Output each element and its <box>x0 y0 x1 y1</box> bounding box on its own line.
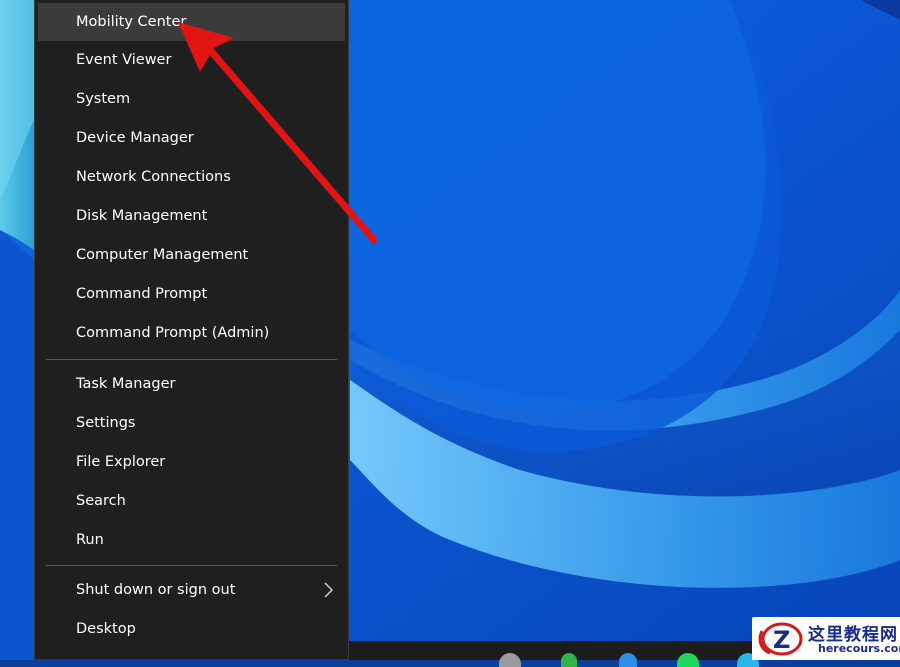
menu-item-disk-management[interactable]: Disk Management <box>38 197 345 235</box>
menu-separator <box>46 565 337 566</box>
watermark-site: herecours.com <box>818 642 900 655</box>
menu-item-run[interactable]: Run <box>38 521 345 559</box>
menu-item-desktop[interactable]: Desktop <box>38 610 345 648</box>
menu-item-search[interactable]: Search <box>38 482 345 520</box>
menu-item-mobility-center[interactable]: Mobility Center <box>38 3 345 41</box>
menu-item-label: Device Manager <box>76 130 194 146</box>
menu-item-label: Network Connections <box>76 169 231 185</box>
menu-item-label: Run <box>76 532 104 548</box>
svg-text:Z: Z <box>773 626 790 654</box>
menu-item-label: Desktop <box>76 621 136 637</box>
menu-item-label: Task Manager <box>76 376 176 392</box>
watermark-logo-icon: Z <box>758 622 803 656</box>
menu-item-command-prompt-admin[interactable]: Command Prompt (Admin) <box>38 314 345 352</box>
menu-item-label: System <box>76 91 131 107</box>
menu-item-label: Event Viewer <box>76 52 172 68</box>
menu-item-event-viewer[interactable]: Event Viewer <box>38 41 345 79</box>
menu-item-label: Mobility Center <box>76 14 187 30</box>
menu-item-network-connections[interactable]: Network Connections <box>38 158 345 196</box>
menu-item-task-manager[interactable]: Task Manager <box>38 365 345 403</box>
menu-item-computer-management[interactable]: Computer Management <box>38 236 345 274</box>
menu-item-label: Shut down or sign out <box>76 582 236 598</box>
taskbar-app-icon[interactable] <box>561 653 577 667</box>
menu-item-settings[interactable]: Settings <box>38 404 345 442</box>
menu-item-file-explorer[interactable]: File Explorer <box>38 443 345 481</box>
menu-item-label: Computer Management <box>76 247 249 263</box>
menu-item-label: Search <box>76 493 126 509</box>
taskbar-app-icon[interactable] <box>619 653 637 667</box>
menu-item-label: Command Prompt (Admin) <box>76 325 270 341</box>
menu-item-shut-down-or-sign-out[interactable]: Shut down or sign out <box>38 571 345 609</box>
menu-item-label: Settings <box>76 415 136 431</box>
taskbar-app-icon[interactable] <box>677 653 699 667</box>
menu-item-label: Command Prompt <box>76 286 208 302</box>
menu-item-device-manager[interactable]: Device Manager <box>38 119 345 157</box>
menu-item-command-prompt[interactable]: Command Prompt <box>38 275 345 313</box>
taskbar-app-icon[interactable] <box>499 653 521 667</box>
site-watermark: Z 这里教程网 herecours.com <box>752 617 900 660</box>
menu-separator <box>46 359 337 360</box>
menu-item-system[interactable]: System <box>38 80 345 118</box>
power-user-context-menu: Mobility Center Event Viewer System Devi… <box>34 0 349 660</box>
chevron-right-icon <box>324 582 333 598</box>
menu-item-label: File Explorer <box>76 454 166 470</box>
menu-item-label: Disk Management <box>76 208 208 224</box>
